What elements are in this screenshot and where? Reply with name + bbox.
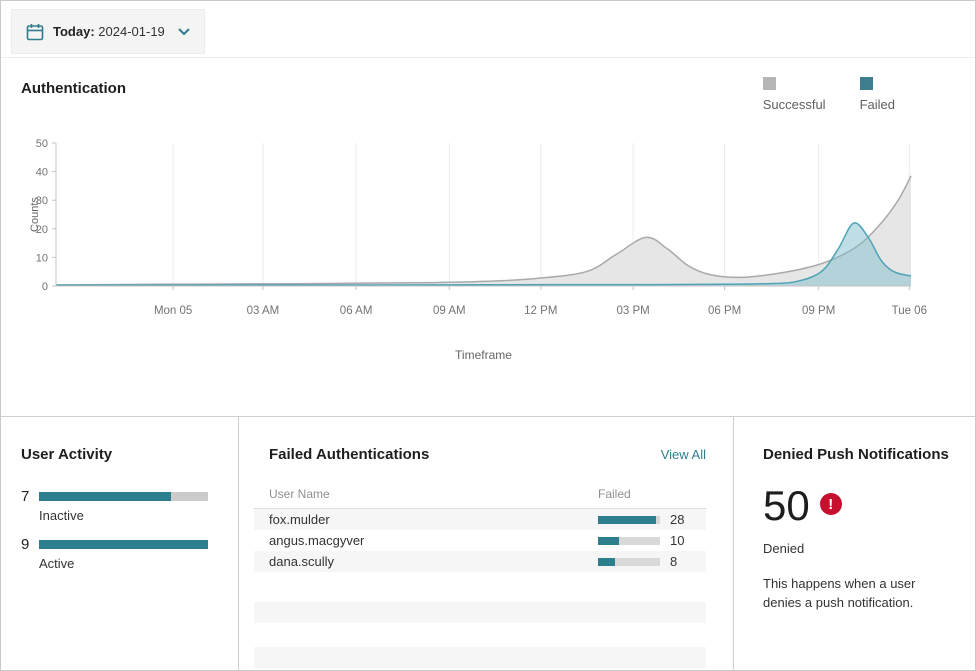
inactive-count: 7 (21, 488, 39, 505)
user-name: fox.mulder (269, 512, 598, 527)
legend-label: Failed (860, 97, 895, 112)
svg-text:0: 0 (42, 281, 48, 293)
svg-text:50: 50 (36, 138, 48, 150)
table-header-row: User Name Failed (254, 487, 706, 509)
denied-count: 50 (763, 485, 810, 527)
svg-text:Tue 06: Tue 06 (892, 305, 927, 317)
svg-text:12 PM: 12 PM (524, 305, 557, 317)
svg-text:03 PM: 03 PM (617, 305, 650, 317)
svg-text:Mon 05: Mon 05 (154, 305, 192, 317)
authentication-chart: 01020304050Mon 0503 AM06 AM09 AM12 PM03 … (1, 136, 976, 336)
empty-table-stripe (254, 602, 706, 623)
empty-table-stripe (254, 647, 706, 668)
active-bar-fill (39, 540, 208, 549)
column-header-failed: Failed (598, 487, 706, 501)
svg-text:03 AM: 03 AM (247, 305, 280, 317)
chart-legend: Successful Failed (763, 77, 895, 112)
authentication-section-title: Authentication (21, 80, 126, 97)
svg-text:09 AM: 09 AM (433, 305, 466, 317)
view-all-link[interactable]: View All (661, 447, 706, 462)
date-picker[interactable]: Today: 2024-01-19 (11, 9, 205, 54)
svg-text:Counts: Counts (29, 197, 41, 232)
table-row[interactable]: fox.mulder 28 (254, 509, 706, 530)
chart-x-axis-title: Timeframe (56, 348, 911, 362)
failed-bar-fill (598, 537, 619, 545)
table-row[interactable]: angus.macgyver 10 (254, 530, 706, 551)
denied-push-panel: Denied Push Notifications 50 ! Denied Th… (734, 417, 976, 670)
user-name: dana.scully (269, 554, 598, 569)
failed-authentications-title: Failed Authentications (269, 446, 429, 463)
failed-swatch-icon (860, 77, 873, 90)
svg-text:10: 10 (36, 252, 48, 264)
legend-item-successful[interactable]: Successful (763, 77, 826, 112)
calendar-icon (26, 23, 44, 41)
user-name: angus.macgyver (269, 533, 598, 548)
failed-bar-fill (598, 558, 615, 566)
failed-count: 10 (670, 533, 706, 548)
failed-count: 8 (670, 554, 706, 569)
failed-authentications-panel: Failed Authentications View All User Nam… (238, 417, 734, 670)
user-activity-row-active: 9 Active (21, 536, 208, 571)
active-bar (39, 540, 208, 549)
date-picker-label: Today: 2024-01-19 (53, 24, 165, 39)
dashboard-page: Today: 2024-01-19 Authentication Success… (0, 0, 976, 671)
chevron-down-icon (178, 28, 190, 36)
legend-label: Successful (763, 97, 826, 112)
user-activity-title: User Activity (21, 446, 112, 463)
successful-swatch-icon (763, 77, 776, 90)
column-header-user-name: User Name (269, 487, 598, 501)
failed-authentications-table: User Name Failed fox.mulder 28 angus.mac… (254, 487, 706, 572)
alert-exclamation-icon: ! (820, 493, 842, 515)
failed-bar (598, 516, 660, 524)
denied-description: This happens when a user denies a push n… (763, 575, 955, 613)
failed-bar (598, 558, 660, 566)
inactive-bar-fill (39, 492, 171, 501)
header-divider (1, 57, 975, 58)
failed-count: 28 (670, 512, 706, 527)
svg-text:40: 40 (36, 167, 48, 179)
user-activity-row-inactive: 7 Inactive (21, 488, 208, 523)
active-count: 9 (21, 536, 39, 553)
svg-text:06 AM: 06 AM (340, 305, 373, 317)
user-activity-panel: User Activity 7 Inactive 9 Active (1, 417, 238, 670)
svg-text:06 PM: 06 PM (708, 305, 741, 317)
active-label: Active (39, 556, 208, 571)
table-row[interactable]: dana.scully 8 (254, 551, 706, 572)
svg-text:09 PM: 09 PM (802, 305, 835, 317)
failed-bar-fill (598, 516, 656, 524)
inactive-label: Inactive (39, 508, 208, 523)
denied-push-title: Denied Push Notifications (763, 446, 949, 463)
inactive-bar (39, 492, 208, 501)
failed-bar (598, 537, 660, 545)
legend-item-failed[interactable]: Failed (860, 77, 895, 112)
denied-label: Denied (763, 541, 804, 556)
